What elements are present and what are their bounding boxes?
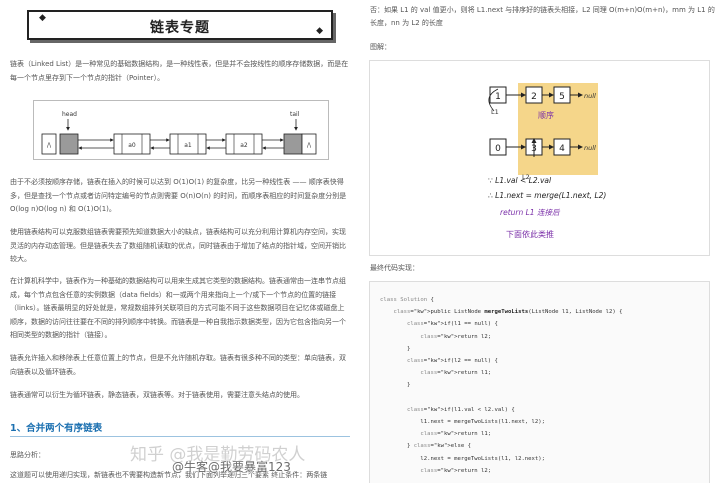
- condition-note: ∵ L1.val < L2.val: [488, 176, 552, 185]
- merge-node-value: 2: [531, 92, 537, 102]
- recursion-note: ∴ L1.next = merge(L1.next, L2): [488, 191, 606, 200]
- section-divider: [10, 436, 350, 437]
- list-node: [283, 133, 303, 155]
- section-heading: 1、合并两个有序链表: [10, 423, 103, 434]
- complexity-paragraph: 由于不必须按顺序存储，链表在插入的时候可以达到 O(1)O(1) 的复杂度，比另…: [10, 178, 347, 213]
- code-text: class Solution { class="kw">public ListN…: [380, 297, 623, 474]
- l1-label: L1: [491, 108, 499, 116]
- title-box: ◆ ◆ 链表专题: [27, 10, 333, 40]
- node-label: a0: [128, 142, 136, 149]
- linked-list-svg: head tail /\ a0 a1 a2/\: [41, 111, 317, 155]
- figure-label: 图解：: [370, 43, 391, 51]
- memory-paragraph: 使用链表结构可以克服数组链表需要预先知道数据大小的缺点，链表结构可以充分利用计算…: [10, 228, 346, 263]
- document-page: ◆ ◆ 链表专题 链表（Linked List）是一种常见的基础数据结构，是一种…: [0, 0, 720, 483]
- merge-node-value: 4: [559, 144, 565, 154]
- types-paragraph: 链表允许插入和移除表上任意位置上的节点，但是不允许随机存取。链表有很多种不同的类…: [10, 354, 346, 376]
- nowcoder-watermark: @牛客@我要暴富123: [172, 460, 291, 474]
- merge-node-value: 5: [559, 92, 565, 102]
- recursive-note: 下面依此类推: [506, 229, 554, 239]
- merge-figure: 125null034null 顺序 L1 L2 ∵ L1.val < L2.va…: [369, 60, 710, 256]
- intro-paragraph: 链表（Linked List）是一种常见的基础数据结构，是一种线性表，但是并不会…: [10, 60, 349, 82]
- merge-figure-svg: 125null034null 顺序 L1 L2 ∵ L1.val < L2.va…: [488, 83, 606, 239]
- merge-node-value: 0: [495, 144, 501, 154]
- code-block: class Solution { class="kw">public ListN…: [369, 281, 710, 483]
- head-label: head: [62, 111, 77, 118]
- code-label: 最终代码实现：: [370, 264, 419, 272]
- merge-node-value: 1: [495, 92, 501, 102]
- cs-paragraph: 在计算机科学中，链表作为一种基础的数据结构可以用来生成其它类型的数据结构。链表通…: [10, 277, 346, 339]
- page-title: 链表专题: [150, 20, 210, 36]
- null-label: null: [584, 144, 596, 152]
- node-label: a2: [240, 142, 248, 149]
- list-node: [59, 133, 79, 155]
- analysis-subheading: 思路分析：: [10, 451, 45, 459]
- merge-explanation: 否：如果 L1 的 val 值更小，则将 L1.next 与排序好的链表头相接，…: [370, 6, 715, 27]
- null-label: null: [584, 92, 596, 100]
- ordered-label: 顺序: [538, 110, 554, 120]
- node-label: a1: [184, 142, 192, 149]
- tail-label: tail: [290, 111, 300, 118]
- linked-list-diagram: head tail /\ a0 a1 a2/\: [33, 100, 329, 160]
- right-column: 否：如果 L1 的 val 值更小，则将 L1.next 与排序好的链表头相接，…: [360, 0, 720, 483]
- derived-paragraph: 链表通常可以衍生为循环链表，静态链表，双链表等。对于链表使用，需要注意头结点的使…: [10, 391, 304, 399]
- left-column: ◆ ◆ 链表专题 链表（Linked List）是一种常见的基础数据结构，是一种…: [0, 0, 360, 483]
- return-note: return L1 连接后: [500, 208, 561, 217]
